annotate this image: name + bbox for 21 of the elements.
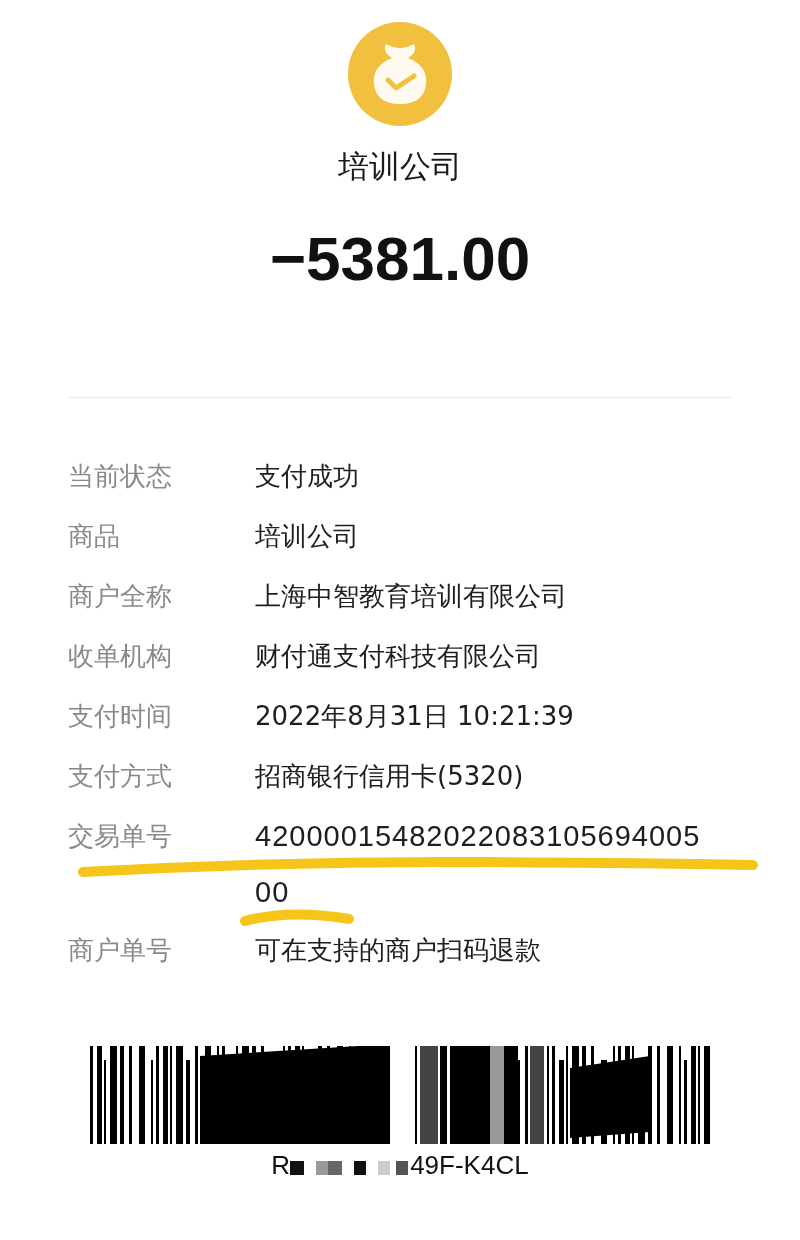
detail-label: 商户全称 [68, 580, 173, 614]
payment-amount: −5381.00 [269, 225, 531, 294]
detail-label: 支付方式 [68, 760, 173, 794]
detail-label: 商户单号 [68, 934, 173, 968]
detail-label: 商品 [68, 520, 121, 554]
money-bag-check-icon [348, 22, 452, 126]
merchant-title: 培训公司 [338, 148, 462, 186]
detail-value: 财付通支付科技有限公司 [255, 640, 542, 674]
detail-value: 支付成功 [255, 460, 360, 494]
detail-label: 当前状态 [68, 460, 173, 494]
barcode-number: 49F-K4CL [410, 1150, 529, 1182]
detail-value: 招商银行信用卡(5320) [255, 760, 525, 794]
detail-label: 收单机构 [68, 640, 173, 674]
detail-value: 上海中智教育培训有限公司 [255, 580, 568, 614]
detail-label: 支付时间 [68, 700, 173, 734]
detail-value: 2022年8月31日 10:21:39 [255, 700, 575, 734]
detail-value: 可在支持的商户扫码退款 [255, 934, 542, 968]
detail-value: 培训公司 [255, 520, 360, 554]
detail-value: 4200001548202208310569400500 [255, 819, 701, 911]
detail-label: 交易单号 [68, 820, 173, 854]
barcode-number: R [271, 1150, 291, 1182]
